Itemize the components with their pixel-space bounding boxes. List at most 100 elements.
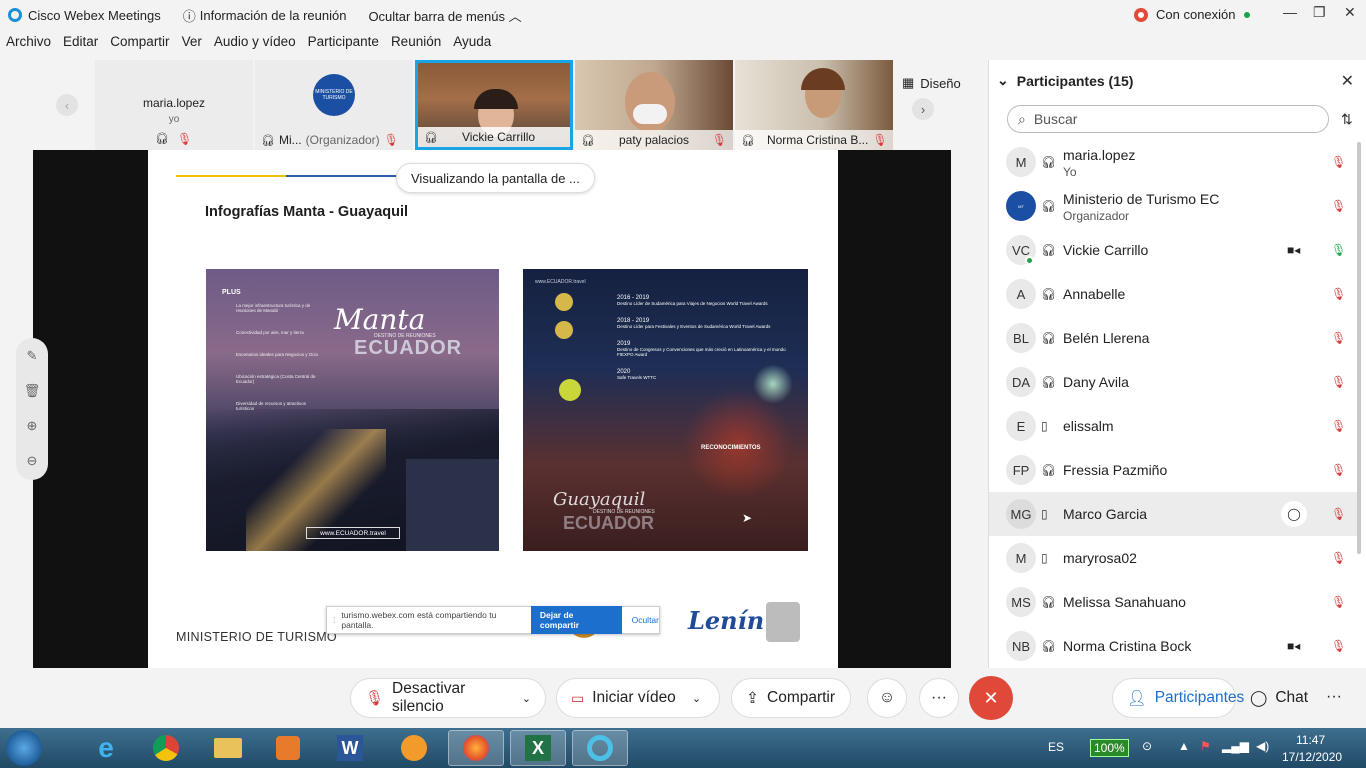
media-player-icon[interactable] (260, 730, 316, 766)
end-call-button[interactable]: ✕ (969, 676, 1013, 720)
chat-button[interactable]: ◯ Chat (1236, 678, 1310, 718)
windows-taskbar: e W X ES 100% ⊙ ▲ ⚑ ▂▄▆ ◀) 11:47 17/12/2… (0, 728, 1366, 768)
clock-date[interactable]: 17/12/2020 (1282, 750, 1342, 764)
menu-ver[interactable]: Ver (182, 34, 202, 56)
coat-of-arms-icon (766, 602, 800, 642)
chevron-down-icon[interactable]: ⌄ (692, 692, 701, 705)
slide-bar-yellow (176, 175, 286, 177)
close-panel-icon[interactable]: ✕ (1341, 71, 1354, 91)
participants-button[interactable]: 👤︎ Participantes (1112, 678, 1244, 718)
start-button[interactable] (6, 730, 42, 766)
mic-muted-icon[interactable]: 🎙︎ (1331, 375, 1346, 389)
volume-icon[interactable]: ◀) (1256, 739, 1269, 753)
collapse-chevron-icon[interactable]: ⌄ (997, 72, 1009, 89)
menu-ayuda[interactable]: Ayuda (453, 34, 491, 56)
maximize-icon[interactable]: ❐ (1313, 4, 1326, 21)
participant-row[interactable]: NB 🎧︎ Norma Cristina Bock ■◂ 🎙︎ (989, 624, 1359, 668)
panel-scrollbar[interactable] (1357, 142, 1361, 554)
close-window-icon[interactable]: ✕ (1344, 4, 1356, 21)
participant-row[interactable]: A 🎧︎ Annabelle 🎙︎ (989, 272, 1359, 316)
more-panels-icon[interactable]: ··· (1326, 688, 1342, 706)
app-icon-orange[interactable] (386, 730, 442, 766)
mic-on-icon[interactable]: 🎙︎ (1331, 243, 1346, 257)
participant-row[interactable]: BL 🎧︎ Belén Llerena 🎙︎ (989, 316, 1359, 360)
word-icon[interactable]: W (322, 730, 378, 766)
strip-prev-button[interactable]: ‹ (56, 94, 78, 116)
mic-muted-icon[interactable]: 🎙︎ (1331, 419, 1346, 433)
participant-row[interactable]: FP 🎧︎ Fressia Pazmiño 🎙︎ (989, 448, 1359, 492)
participant-row[interactable]: MS 🎧︎ Melissa Sanahuano 🎙︎ (989, 580, 1359, 624)
webex-taskbar-icon[interactable] (572, 730, 628, 766)
participant-row[interactable]: M ▯ maryrosa02 🎙︎ (989, 536, 1359, 580)
sort-icon[interactable]: ⇅ (1341, 111, 1353, 128)
menu-editar[interactable]: Editar (63, 34, 98, 56)
share-button[interactable]: ⇪ Compartir (731, 678, 851, 718)
poster-country: ECUADOR (563, 513, 655, 533)
mic-muted-icon[interactable]: 🎙︎ (1331, 551, 1346, 565)
chevron-down-icon[interactable]: ⌄ (522, 692, 531, 705)
clock-time[interactable]: 11:47 (1296, 733, 1325, 747)
start-video-button[interactable]: ▭ Iniciar vídeo ⌄ (556, 678, 720, 718)
tray-expand-icon[interactable]: ▲ (1178, 739, 1190, 753)
mic-muted-icon[interactable]: 🎙︎ (1331, 639, 1346, 653)
pen-icon[interactable]: ✎ (16, 338, 48, 373)
manta-poster: PLUS La mejor infraestructura turística … (206, 269, 499, 551)
participant-row[interactable]: MT 🎧︎ Ministerio de Turismo EC Organizad… (989, 184, 1359, 228)
mic-muted-icon[interactable]: 🎙︎ (1331, 155, 1346, 169)
signal-icon[interactable]: ▂▄▆ (1222, 739, 1249, 753)
layout-button[interactable]: ▦ Diseño (902, 75, 961, 91)
participant-row[interactable]: DA 🎧︎ Dany Avila 🎙︎ (989, 360, 1359, 404)
menu-compartir[interactable]: Compartir (110, 34, 169, 56)
meeting-info-button[interactable]: ⓘ Información de la reunión (183, 6, 347, 25)
viewing-indicator[interactable]: Visualizando la pantalla de ... (396, 163, 595, 193)
participant-row[interactable]: M 🎧︎ maria.lopez Yo 🎙︎ (989, 140, 1359, 184)
mic-muted-icon[interactable]: 🎙︎ (1331, 463, 1346, 477)
participant-search[interactable]: ⌕ Buscar (1007, 105, 1329, 133)
menu-reunion[interactable]: Reunión (391, 34, 441, 56)
zoom-in-icon[interactable]: ⊕ (16, 408, 48, 443)
file-explorer-icon[interactable] (200, 730, 256, 766)
connection-status[interactable]: Con conexión (1134, 7, 1250, 22)
mic-muted-icon[interactable]: 🎙︎ (1331, 287, 1346, 301)
menu-audio-video[interactable]: Audio y vídeo (214, 34, 296, 56)
ie-icon[interactable]: e (78, 730, 134, 766)
mic-muted-icon[interactable]: 🎙︎ (1331, 507, 1346, 521)
thumb-organizer[interactable]: MINISTERIO DE TURISMO 🎧︎ Mi... (Organiza… (255, 60, 413, 150)
network-icon[interactable]: ⊙ (1142, 739, 1152, 753)
language-indicator[interactable]: ES (1048, 740, 1064, 754)
excel-icon[interactable]: X (510, 730, 566, 766)
share-notice-text: turismo.webex.com está compartiendo tu p… (341, 610, 497, 630)
thumb-paty[interactable]: 🎧︎ paty palacios 🎙︎ (575, 60, 733, 150)
strip-next-button[interactable]: › (912, 98, 934, 120)
firefox-icon[interactable] (448, 730, 504, 766)
chrome-icon[interactable] (138, 730, 194, 766)
mic-muted-icon[interactable]: 🎙︎ (1331, 199, 1346, 213)
hide-notice-button[interactable]: Ocultar (632, 615, 659, 625)
zoom-out-icon[interactable]: ⊖ (16, 443, 48, 478)
stop-sharing-button[interactable]: Dejar de compartir (530, 606, 622, 634)
unmute-button[interactable]: 🎙︎ Desactivar silencio ⌄ (350, 678, 546, 718)
mic-muted-icon: 🎙︎ (176, 132, 193, 146)
drag-handle-icon[interactable]: ⁞ (333, 615, 335, 625)
reactions-button[interactable]: ☺ (867, 678, 907, 718)
flag-icon[interactable]: ⚑ (1200, 739, 1211, 753)
participant-row[interactable]: MG ▯ Marco Garcia ◯ 🎙︎ (989, 492, 1359, 536)
more-options-button[interactable]: ··· (919, 678, 959, 718)
thumb-norma[interactable]: 🎧︎ Norma Cristina B... 🎙︎ (735, 60, 893, 150)
thumb-self[interactable]: maria.lopez yo 🎧︎ 🎙︎ (95, 60, 253, 150)
headset-icon: 🎧︎ (1041, 595, 1057, 609)
webex-logo-icon (8, 8, 22, 22)
menu-participante[interactable]: Participante (308, 34, 379, 56)
trash-icon[interactable]: 🗑︎ (16, 373, 48, 408)
thumb-vickie[interactable]: 🎧︎ Vickie Carrillo (415, 60, 573, 150)
share-notice-bar: ⁞ turismo.webex.com está compartiendo tu… (326, 606, 660, 634)
minimize-icon[interactable]: — (1283, 4, 1297, 20)
mic-muted-icon[interactable]: 🎙︎ (1331, 331, 1346, 345)
hide-menu-button[interactable]: Ocultar barra de menús ︿ (368, 6, 521, 25)
menu-archivo[interactable]: Archivo (6, 34, 51, 56)
battery-indicator[interactable]: 100% (1090, 739, 1129, 757)
participant-row[interactable]: VC 🎧︎ Vickie Carrillo ■◂ 🎙︎ (989, 228, 1359, 272)
mic-muted-icon[interactable]: 🎙︎ (1331, 595, 1346, 609)
chat-bubble-icon[interactable]: ◯ (1281, 501, 1307, 527)
participant-row[interactable]: E ▯ elissalm 🎙︎ (989, 404, 1359, 448)
